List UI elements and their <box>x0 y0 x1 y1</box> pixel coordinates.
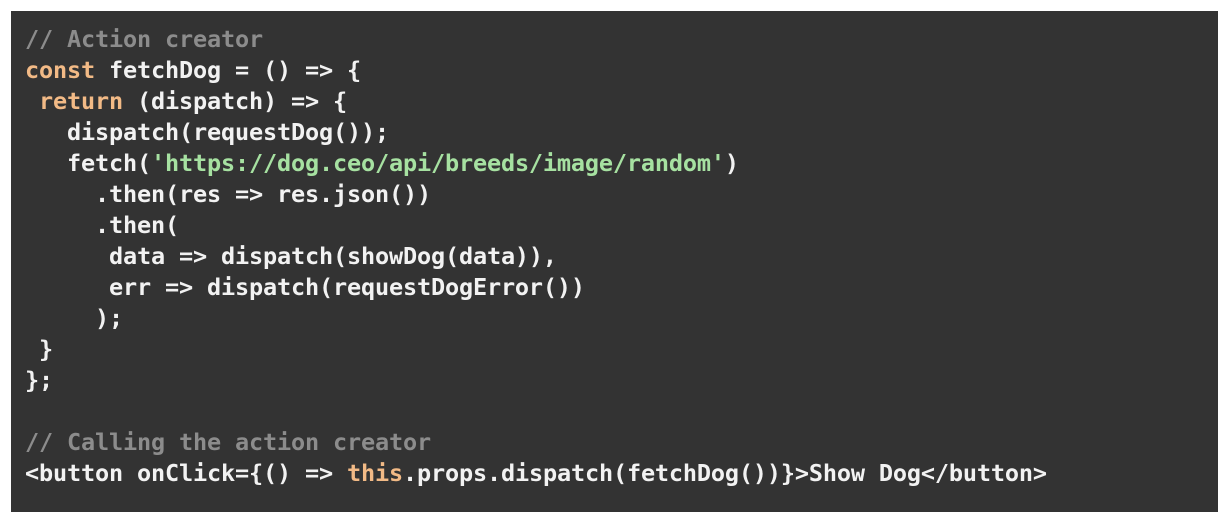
code-token-plain: ); <box>25 304 123 332</box>
code-token-keyword: return <box>39 87 123 115</box>
code-line: }; <box>25 365 1218 396</box>
code-line: <button onClick={() => this.props.dispat… <box>25 458 1218 489</box>
code-line: } <box>25 334 1218 365</box>
code-token-plain: .then(res => res.json()) <box>25 180 431 208</box>
code-token-plain: dispatch(requestDog()); <box>25 118 389 146</box>
code-line: err => dispatch(requestDogError()) <box>25 272 1218 303</box>
code-token-plain: fetchDog = () => { <box>95 56 361 84</box>
code-lines-container: // Action creator const fetchDog = () => … <box>25 24 1218 489</box>
code-token-plain: }; <box>25 366 53 394</box>
code-line: const fetchDog = () => { <box>25 55 1218 86</box>
code-token-plain: fetch( <box>25 149 151 177</box>
code-line: fetch('https://dog.ceo/api/breeds/image/… <box>25 148 1218 179</box>
code-token-comment: // Action creator <box>25 25 263 53</box>
code-token-plain: } <box>25 335 53 363</box>
code-line: data => dispatch(showDog(data)), <box>25 241 1218 272</box>
code-token-plain: <button onClick={() => <box>25 459 347 487</box>
code-line: dispatch(requestDog()); <box>25 117 1218 148</box>
code-line: ); <box>25 303 1218 334</box>
code-token-comment: // Calling the action creator <box>25 428 431 456</box>
code-line: return (dispatch) => { <box>25 86 1218 117</box>
code-token-plain: (dispatch) => { <box>123 87 347 115</box>
code-token-plain: data => dispatch(showDog(data)), <box>25 242 557 270</box>
code-token-keyword: this <box>346 459 403 487</box>
code-line: // Calling the action creator <box>25 427 1218 458</box>
code-token-keyword: const <box>25 56 95 84</box>
code-token-string: 'https://dog.ceo/api/breeds/image/random… <box>150 149 725 177</box>
code-token-plain: .then( <box>25 211 179 239</box>
code-token-plain: .props.dispatch(fetchDog())}>Show Dog</b… <box>402 459 1047 487</box>
code-line: // Action creator <box>25 24 1218 55</box>
code-block-panel: // Action creator const fetchDog = () => … <box>11 11 1218 512</box>
code-line: .then(res => res.json()) <box>25 179 1218 210</box>
code-token-plain: ) <box>724 149 739 177</box>
code-line: .then( <box>25 210 1218 241</box>
code-token-plain: err => dispatch(requestDogError()) <box>25 273 585 301</box>
